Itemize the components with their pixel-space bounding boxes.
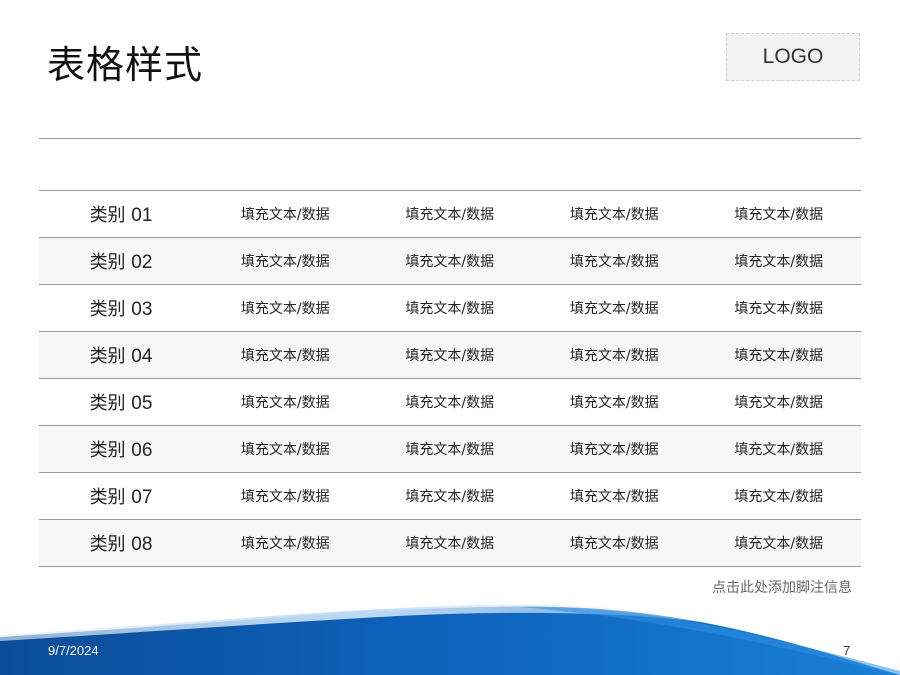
table-cell: 填充文本/数据 xyxy=(569,536,659,552)
table-row: 类别 08 填充文本/数据 填充文本/数据 填充文本/数据 填充文本/数据 xyxy=(39,520,861,567)
category-cell: 类别 08 xyxy=(89,534,153,555)
category-cell: 类别 02 xyxy=(89,252,153,273)
table-cell: 填充文本/数据 xyxy=(734,207,824,223)
table-cell: 填充文本/数据 xyxy=(240,395,330,411)
table-cell: 填充文本/数据 xyxy=(569,442,659,458)
logo-text: LOGO xyxy=(762,45,824,68)
table-cell: 填充文本/数据 xyxy=(405,536,495,552)
table-cell: 填充文本/数据 xyxy=(405,348,495,364)
category-cell: 类别 05 xyxy=(89,393,153,414)
table-cell: 填充文本/数据 xyxy=(240,207,330,223)
category-cell: 类别 07 xyxy=(89,487,153,508)
table-cell: 填充文本/数据 xyxy=(734,489,824,505)
table-cell: 填充文本/数据 xyxy=(569,489,659,505)
table-cell: 填充文本/数据 xyxy=(240,254,330,270)
table-cell: 填充文本/数据 xyxy=(240,536,330,552)
table-row: 类别 06 填充文本/数据 填充文本/数据 填充文本/数据 填充文本/数据 xyxy=(39,426,861,473)
table-cell: 填充文本/数据 xyxy=(734,395,824,411)
table-cell: 填充文本/数据 xyxy=(405,489,495,505)
table-row: 类别 01 填充文本/数据 填充文本/数据 填充文本/数据 填充文本/数据 xyxy=(39,191,861,238)
footer-wave-decoration xyxy=(0,604,900,675)
category-cell: 类别 03 xyxy=(89,299,153,320)
table-cell: 填充文本/数据 xyxy=(569,254,659,270)
table-cell: 填充文本/数据 xyxy=(569,395,659,411)
page-number: 7 xyxy=(843,643,851,658)
table-cell: 填充文本/数据 xyxy=(240,489,330,505)
table-cell: 填充文本/数据 xyxy=(734,348,824,364)
table-cell: 填充文本/数据 xyxy=(734,254,824,270)
slide-date: 9/7/2024 xyxy=(48,643,99,658)
header-divider xyxy=(39,138,861,139)
table-row: 类别 05 填充文本/数据 填充文本/数据 填充文本/数据 填充文本/数据 xyxy=(39,379,861,426)
data-table: 类别 01 填充文本/数据 填充文本/数据 填充文本/数据 填充文本/数据 类别… xyxy=(39,190,861,567)
table-cell: 填充文本/数据 xyxy=(405,301,495,317)
table-cell: 填充文本/数据 xyxy=(734,442,824,458)
table-row: 类别 03 填充文本/数据 填充文本/数据 填充文本/数据 填充文本/数据 xyxy=(39,285,861,332)
table-cell: 填充文本/数据 xyxy=(405,207,495,223)
table-cell: 填充文本/数据 xyxy=(405,254,495,270)
table-cell: 填充文本/数据 xyxy=(569,207,659,223)
slide-title: 表格样式 xyxy=(47,43,204,87)
table-cell: 填充文本/数据 xyxy=(405,442,495,458)
table-cell: 填充文本/数据 xyxy=(569,348,659,364)
category-cell: 类别 04 xyxy=(89,346,153,367)
table-cell: 填充文本/数据 xyxy=(240,301,330,317)
table-cell: 填充文本/数据 xyxy=(405,395,495,411)
logo-placeholder[interactable]: LOGO xyxy=(726,33,860,81)
table-cell: 填充文本/数据 xyxy=(569,301,659,317)
table-cell: 填充文本/数据 xyxy=(734,301,824,317)
category-cell: 类别 01 xyxy=(89,205,153,226)
table-row: 类别 04 填充文本/数据 填充文本/数据 填充文本/数据 填充文本/数据 xyxy=(39,332,861,379)
footnote-text[interactable]: 点击此处添加脚注信息 xyxy=(712,577,852,597)
table-cell: 填充文本/数据 xyxy=(734,536,824,552)
table-row: 类别 02 填充文本/数据 填充文本/数据 填充文本/数据 填充文本/数据 xyxy=(39,238,861,285)
category-cell: 类别 06 xyxy=(89,440,153,461)
table-cell: 填充文本/数据 xyxy=(240,442,330,458)
table-cell: 填充文本/数据 xyxy=(240,348,330,364)
table-row: 类别 07 填充文本/数据 填充文本/数据 填充文本/数据 填充文本/数据 xyxy=(39,473,861,520)
